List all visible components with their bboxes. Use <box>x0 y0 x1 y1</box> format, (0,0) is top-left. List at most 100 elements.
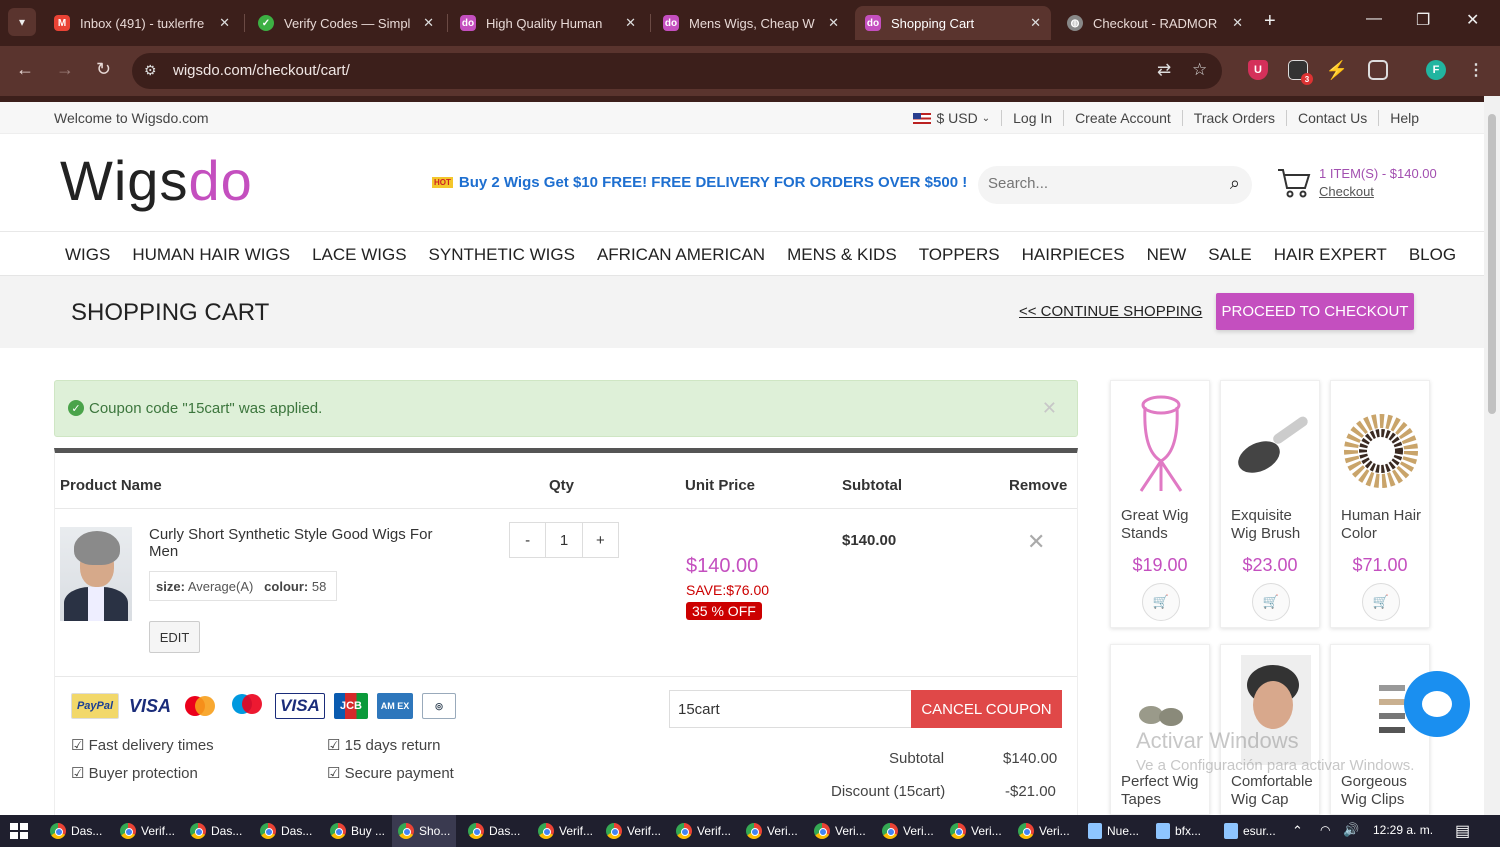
proceed-to-checkout-button[interactable]: PROCEED TO CHECKOUT <box>1216 293 1414 330</box>
nav-new[interactable]: NEW <box>1136 232 1198 275</box>
chat-widget-button[interactable] <box>1404 671 1470 737</box>
close-icon[interactable]: ✕ <box>219 15 230 31</box>
lightning-extension-icon[interactable]: ⚡ <box>1326 60 1348 80</box>
system-clock[interactable]: 12:29 a. m. <box>1373 823 1433 837</box>
taskbar-item[interactable]: Das... <box>462 815 526 847</box>
profile-avatar[interactable]: F <box>1426 60 1446 80</box>
taskbar-item[interactable]: Veri... <box>1012 815 1076 847</box>
add-to-cart-icon[interactable]: 🛒 <box>1252 583 1290 621</box>
edit-item-button[interactable]: EDIT <box>149 621 200 653</box>
taskbar-item[interactable]: Verif... <box>114 815 181 847</box>
qty-decrease-button[interactable]: - <box>510 523 545 557</box>
wifi-icon[interactable]: ◠ <box>1320 823 1330 837</box>
remove-item-icon[interactable]: ✕ <box>1027 529 1045 555</box>
search-input[interactable] <box>988 175 1208 192</box>
cancel-coupon-button[interactable]: CANCEL COUPON <box>911 690 1062 728</box>
product-card[interactable]: Great Wig Stands $19.00 🛒 <box>1110 380 1210 628</box>
nav-mens-kids[interactable]: MENS & KIDS <box>776 232 908 275</box>
login-link[interactable]: Log In <box>1001 110 1063 126</box>
product-card-name[interactable]: Comfortable Wig Cap <box>1231 773 1319 809</box>
tab-high-quality-human[interactable]: do High Quality Human ✕ <box>450 6 646 40</box>
close-icon[interactable]: ✕ <box>1030 15 1041 31</box>
volume-icon[interactable]: 🔊 <box>1343 822 1359 838</box>
shield-extension-icon[interactable]: U <box>1248 60 1268 80</box>
tab-verify-codes[interactable]: ✓ Verify Codes — Simpl ✕ <box>248 6 444 40</box>
taskbar-item[interactable]: Veri... <box>944 815 1008 847</box>
nav-sale[interactable]: SALE <box>1197 232 1262 275</box>
search-icon[interactable]: ⌕ <box>1230 173 1240 194</box>
forward-icon[interactable]: → <box>56 59 74 80</box>
minimize-icon[interactable]: — <box>1366 10 1382 28</box>
product-card-name[interactable]: Great Wig Stands <box>1121 507 1209 543</box>
product-card-name[interactable]: Gorgeous Wig Clips <box>1341 773 1429 809</box>
tab-mens-wigs[interactable]: do Mens Wigs, Cheap W ✕ <box>653 6 849 40</box>
nav-human-hair-wigs[interactable]: HUMAN HAIR WIGS <box>121 232 301 275</box>
nav-lace-wigs[interactable]: LACE WIGS <box>301 232 417 275</box>
chevron-up-icon[interactable]: ⌃ <box>1292 823 1303 839</box>
taskbar-item[interactable]: Buy ... <box>324 815 391 847</box>
taskbar-item[interactable]: Nue... <box>1082 815 1145 847</box>
contact-us-link[interactable]: Contact Us <box>1285 110 1378 126</box>
address-bar[interactable]: ⚙ wigsdo.com/checkout/cart/ ⇄ ☆ <box>132 53 1222 89</box>
qty-input[interactable]: 1 <box>545 523 583 557</box>
page-scrollbar[interactable] <box>1484 96 1500 815</box>
close-icon[interactable]: ✕ <box>1232 15 1243 31</box>
nav-wigs[interactable]: WIGS <box>54 232 121 275</box>
window-close-icon[interactable]: ✕ <box>1466 10 1479 30</box>
track-orders-link[interactable]: Track Orders <box>1181 110 1286 126</box>
product-card-name[interactable]: Perfect Wig Tapes <box>1121 773 1209 809</box>
close-icon[interactable]: ✕ <box>828 15 839 31</box>
product-card-name[interactable]: Human Hair Color <box>1341 507 1429 543</box>
reload-icon[interactable]: ↻ <box>96 59 111 80</box>
taskbar-item[interactable]: Verif... <box>670 815 737 847</box>
taskbar-item[interactable]: esur... <box>1218 815 1282 847</box>
tab-shopping-cart[interactable]: do Shopping Cart ✕ <box>855 6 1051 40</box>
taskbar-item[interactable]: Veri... <box>740 815 804 847</box>
site-info-icon[interactable]: ⚙ <box>144 62 157 79</box>
continue-shopping-link[interactable]: << CONTINUE SHOPPING <box>1019 303 1202 320</box>
taskbar-item[interactable]: bfx... <box>1150 815 1207 847</box>
qty-increase-button[interactable]: + <box>583 523 618 557</box>
taskbar-item[interactable]: Das... <box>44 815 108 847</box>
add-to-cart-icon[interactable]: 🛒 <box>1142 583 1180 621</box>
back-icon[interactable]: ← <box>16 59 34 80</box>
add-to-cart-icon[interactable]: 🛒 <box>1362 583 1400 621</box>
notifications-icon[interactable]: ▤ <box>1455 821 1470 841</box>
taskbar-item[interactable]: Verif... <box>532 815 599 847</box>
windows-start-icon[interactable] <box>10 823 28 839</box>
browser-menu-icon[interactable]: ⋮ <box>1466 60 1486 80</box>
new-tab-button[interactable]: + <box>1264 10 1276 33</box>
taskbar-item[interactable]: Sho... <box>392 815 457 847</box>
translate-icon[interactable]: ⇄ <box>1157 60 1171 80</box>
taskbar-item[interactable]: Das... <box>254 815 318 847</box>
product-card[interactable]: Gorgeous Wig Clips <box>1330 644 1430 815</box>
taskbar-item[interactable]: Verif... <box>600 815 667 847</box>
cart-icon[interactable] <box>1276 164 1312 200</box>
close-icon[interactable]: ✕ <box>423 15 434 31</box>
mini-cart[interactable]: 1 ITEM(S) - $140.00 Checkout <box>1319 166 1437 199</box>
puzzle-extensions-icon[interactable] <box>1368 60 1388 80</box>
wigsdo-logo[interactable]: Wigsdo <box>60 148 253 213</box>
product-card-name[interactable]: Exquisite Wig Brush <box>1231 507 1319 543</box>
nav-blog[interactable]: BLOG <box>1398 232 1467 275</box>
coupon-code-input[interactable] <box>669 690 912 728</box>
currency-selector[interactable]: $ USD ⌄ <box>912 110 1002 126</box>
cart-checkout-link[interactable]: Checkout <box>1319 184 1437 199</box>
taskbar-item[interactable]: Veri... <box>808 815 872 847</box>
nav-african-american[interactable]: AFRICAN AMERICAN <box>586 232 776 275</box>
promo-banner[interactable]: HOT Buy 2 Wigs Get $10 FREE! FREE DELIVE… <box>432 174 967 191</box>
taskbar-item[interactable]: Veri... <box>876 815 940 847</box>
nav-synthetic-wigs[interactable]: SYNTHETIC WIGS <box>418 232 586 275</box>
create-account-link[interactable]: Create Account <box>1063 110 1182 126</box>
nav-toppers[interactable]: TOPPERS <box>908 232 1011 275</box>
bookmark-star-icon[interactable]: ☆ <box>1192 60 1207 80</box>
product-image[interactable] <box>60 527 132 621</box>
tab-gmail[interactable]: M Inbox (491) - tuxlerfre ✕ <box>44 6 240 40</box>
product-card[interactable]: Human Hair Color $71.00 🛒 <box>1330 380 1430 628</box>
tab-checkout-radmor[interactable]: ◍ Checkout - RADMOR ✕ <box>1057 6 1253 40</box>
tab-search-menu-icon[interactable]: ▾ <box>8 8 36 36</box>
help-link[interactable]: Help <box>1378 110 1430 126</box>
nav-hairpieces[interactable]: HAIRPIECES <box>1011 232 1136 275</box>
restore-icon[interactable]: ❐ <box>1416 10 1430 30</box>
close-icon[interactable]: ✕ <box>1042 398 1057 419</box>
